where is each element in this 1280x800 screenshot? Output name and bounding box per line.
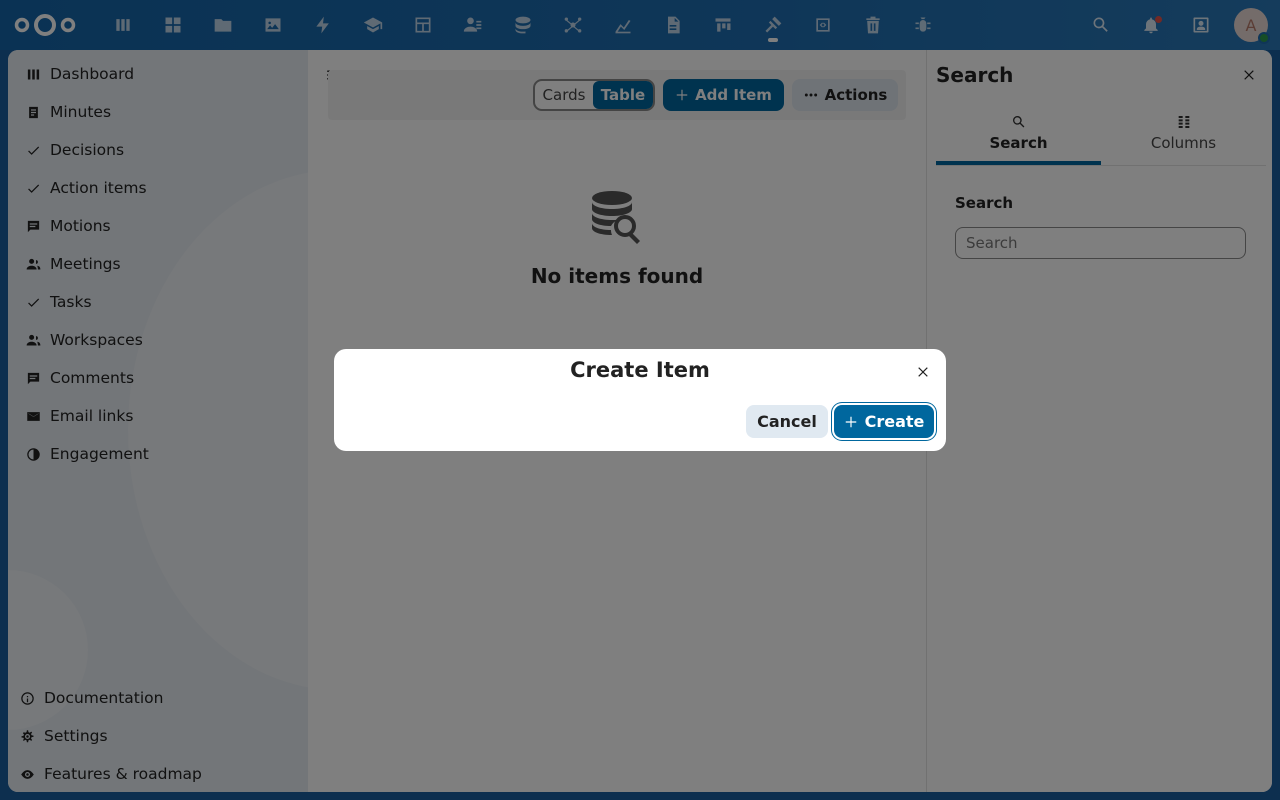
dialog-close-button[interactable] (912, 361, 934, 383)
plus-icon (845, 416, 856, 427)
create-item-dialog: Create Item Cancel Create (334, 349, 946, 451)
cancel-button[interactable]: Cancel (746, 405, 828, 438)
create-button[interactable]: Create (834, 405, 934, 438)
create-label: Create (864, 412, 925, 431)
close-icon (918, 367, 928, 377)
dialog-title: Create Item (570, 358, 710, 382)
